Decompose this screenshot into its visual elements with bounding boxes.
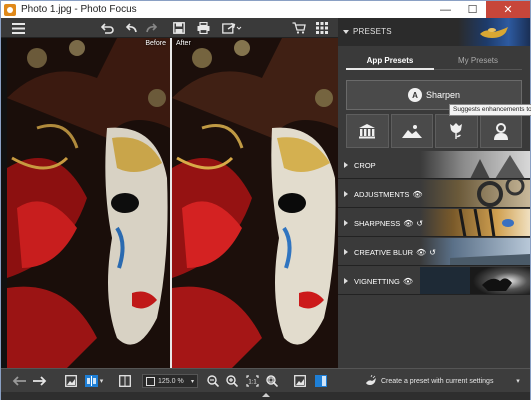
after-label: After bbox=[176, 40, 191, 47]
zoom-value: 125.0 % bbox=[158, 377, 184, 385]
expand-arrow-icon bbox=[344, 162, 348, 168]
tab-app-presets[interactable]: App Presets bbox=[346, 52, 434, 70]
photo-canvas[interactable]: Before After bbox=[1, 38, 338, 368]
chevron-up-icon[interactable] bbox=[262, 393, 270, 397]
expand-arrow-icon bbox=[344, 191, 348, 197]
panel-toggle-icon[interactable] bbox=[314, 374, 328, 388]
flower-icon[interactable] bbox=[435, 114, 478, 148]
section-label-row: ADJUSTMENTS 👁 bbox=[354, 190, 423, 199]
split-view-icon[interactable]: ▾ bbox=[83, 374, 105, 388]
section-label-row: CREATIVE BLUR 👁 ↺ bbox=[354, 248, 436, 257]
preset-categories bbox=[346, 114, 522, 148]
portrait-icon[interactable] bbox=[479, 114, 522, 148]
side-by-side-icon[interactable] bbox=[118, 374, 132, 388]
maximize-button[interactable]: ☐ bbox=[459, 1, 486, 18]
zoom-fit-icon[interactable] bbox=[265, 374, 279, 388]
after-photo: After bbox=[172, 38, 338, 368]
before-label: Before bbox=[145, 40, 166, 47]
chevron-down-icon: ▾ bbox=[190, 378, 194, 385]
section-adjustments[interactable]: ADJUSTMENTS 👁 bbox=[338, 180, 530, 208]
landmark-icon[interactable] bbox=[346, 114, 389, 148]
section-sharpness[interactable]: SHARPNESS 👁 ↺ bbox=[338, 209, 530, 237]
print-icon[interactable] bbox=[195, 20, 211, 36]
section-crop[interactable]: CROP bbox=[338, 151, 530, 179]
preset-tabs: App Presets My Presets bbox=[346, 52, 522, 70]
window-controls: — ☐ ✕ bbox=[432, 1, 530, 18]
fullscreen-icon[interactable] bbox=[293, 374, 307, 388]
sharpen-tooltip: Suggests enhancements to bbox=[449, 104, 531, 116]
zoom-out-icon[interactable] bbox=[206, 374, 220, 388]
close-button[interactable]: ✕ bbox=[486, 1, 530, 18]
create-preset-label: Create a preset with current settings bbox=[381, 377, 494, 385]
create-preset-button[interactable]: Create a preset with current settings bbox=[365, 375, 493, 387]
eye-icon[interactable]: 👁 bbox=[403, 277, 413, 286]
expand-arrow-icon bbox=[344, 249, 348, 255]
undo-all-icon[interactable] bbox=[122, 20, 138, 36]
section-label: ADJUSTMENTS bbox=[354, 190, 410, 199]
eye-icon[interactable]: 👁 bbox=[403, 219, 413, 228]
app-window: Photo 1.jpg - Photo Focus — ☐ ✕ Before A… bbox=[0, 0, 531, 400]
chevron-down-icon[interactable]: ▾ bbox=[511, 374, 525, 388]
collapse-strip[interactable] bbox=[1, 392, 530, 400]
single-view-icon[interactable] bbox=[64, 374, 78, 388]
tab-my-presets[interactable]: My Presets bbox=[434, 52, 522, 70]
zoom-select[interactable]: 125.0 % ▾ bbox=[142, 374, 198, 388]
crop-artwork bbox=[420, 151, 530, 178]
svg-text:1:1: 1:1 bbox=[248, 380, 257, 386]
auto-icon: A bbox=[407, 88, 422, 102]
collapse-arrow-icon bbox=[343, 30, 349, 34]
minimize-button[interactable]: — bbox=[432, 1, 459, 18]
next-photo-icon[interactable] bbox=[32, 374, 48, 388]
menu-icon[interactable] bbox=[9, 20, 27, 36]
section-label-row: SHARPNESS 👁 ↺ bbox=[354, 219, 423, 228]
window-title: Photo 1.jpg - Photo Focus bbox=[21, 4, 137, 15]
share-icon[interactable] bbox=[221, 20, 243, 36]
main-toolbar bbox=[1, 18, 338, 38]
section-label-row: VIGNETTING 👁 bbox=[354, 277, 413, 286]
eye-icon[interactable]: 👁 bbox=[412, 190, 422, 199]
presets-header[interactable]: PRESETS bbox=[338, 18, 530, 46]
reset-icon[interactable]: ↺ bbox=[416, 219, 423, 228]
title-bar: Photo 1.jpg - Photo Focus — ☐ ✕ bbox=[1, 1, 530, 18]
header-artwork bbox=[458, 18, 530, 46]
section-label: CREATIVE BLUR bbox=[354, 248, 414, 257]
creative-blur-artwork bbox=[420, 238, 530, 265]
app-logo-icon bbox=[4, 3, 16, 16]
section-label: SHARPNESS bbox=[354, 219, 401, 228]
undo-icon[interactable] bbox=[99, 20, 115, 36]
grid-icon[interactable] bbox=[314, 20, 330, 36]
redo-icon[interactable] bbox=[144, 20, 160, 36]
bottom-toolbar: ▾ 125.0 % ▾ 1:1 Create a preset with cur… bbox=[1, 368, 530, 392]
sharpness-artwork bbox=[420, 209, 530, 236]
vignetting-artwork bbox=[420, 267, 530, 294]
actual-size-icon[interactable]: 1:1 bbox=[244, 374, 260, 388]
eye-icon[interactable]: 👁 bbox=[416, 248, 426, 257]
expand-arrow-icon bbox=[344, 220, 348, 226]
adjustments-artwork bbox=[420, 180, 530, 207]
before-photo: Before bbox=[7, 38, 170, 368]
reset-icon[interactable]: ↺ bbox=[429, 248, 436, 257]
cart-icon[interactable] bbox=[291, 20, 307, 36]
presets-title: PRESETS bbox=[353, 27, 392, 36]
presets-panel: PRESETS App Presets My Presets A Sharpen bbox=[338, 18, 530, 368]
section-vignetting[interactable]: VIGNETTING 👁 bbox=[338, 267, 530, 295]
previous-photo-icon[interactable] bbox=[11, 374, 27, 388]
sharpen-label: Sharpen bbox=[425, 90, 461, 100]
landscape-icon[interactable] bbox=[390, 114, 433, 148]
magic-lamp-icon bbox=[480, 27, 508, 38]
expand-arrow-icon bbox=[344, 278, 348, 284]
section-creative-blur[interactable]: CREATIVE BLUR 👁 ↺ bbox=[338, 238, 530, 266]
section-label: VIGNETTING bbox=[354, 277, 400, 286]
zoom-in-icon[interactable] bbox=[225, 374, 239, 388]
image-icon bbox=[146, 376, 155, 386]
section-label: CROP bbox=[354, 161, 376, 170]
magic-lamp-icon bbox=[366, 375, 376, 385]
save-icon[interactable] bbox=[171, 20, 187, 36]
